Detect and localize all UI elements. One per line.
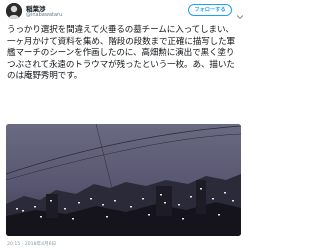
more-menu-button[interactable] bbox=[236, 6, 244, 19]
avatar[interactable] bbox=[6, 3, 22, 19]
tweet-timestamp[interactable]: 20:15 - 2018年4月6日 bbox=[7, 241, 56, 247]
chevron-down-icon bbox=[236, 15, 244, 19]
user-handle[interactable]: @inabawataru bbox=[26, 12, 62, 18]
follow-button[interactable]: フォローする bbox=[188, 4, 232, 16]
tweet-text: うっかり選択を間違えて火垂るの墓チームに入ってしまい、一ヶ月かけて資料を集め、階… bbox=[7, 25, 235, 82]
tweet-header: 稲葉渉 @inabawataru フォローする bbox=[0, 0, 246, 22]
tweet-media-image[interactable] bbox=[6, 124, 241, 236]
